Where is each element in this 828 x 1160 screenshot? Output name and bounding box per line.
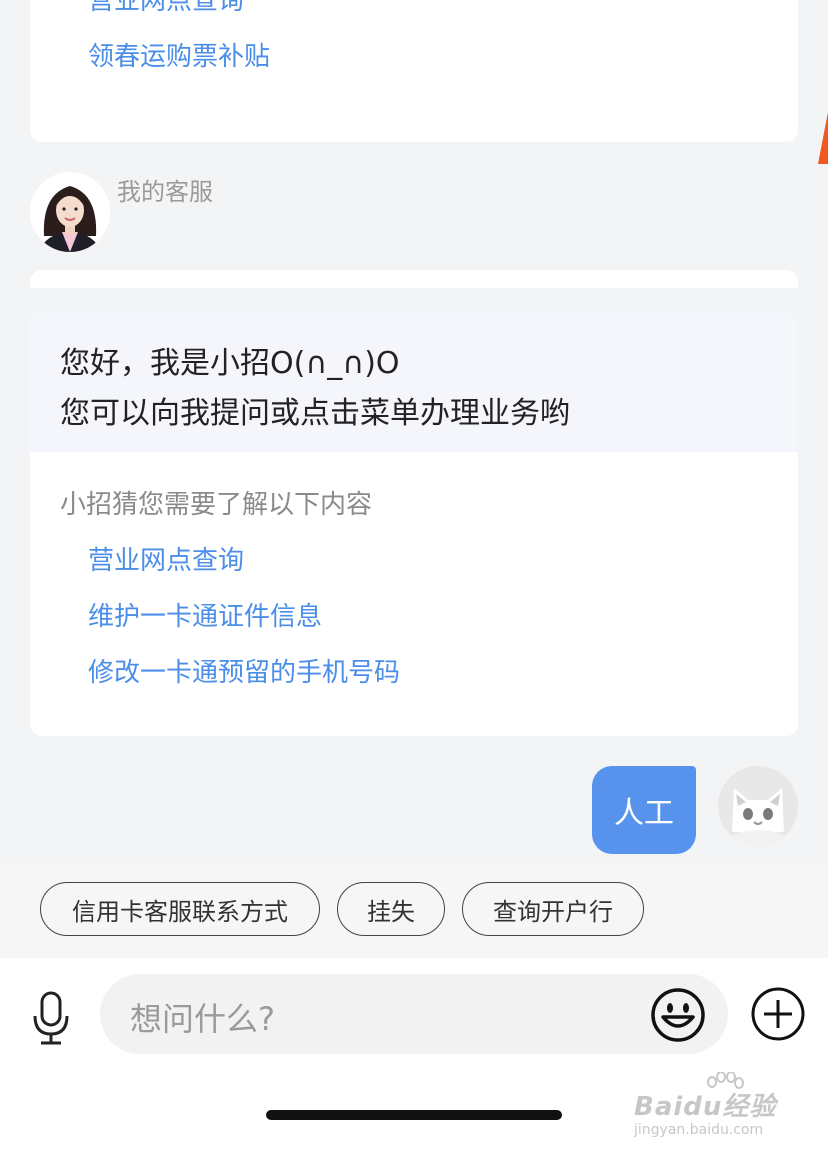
- home-indicator: [266, 1110, 562, 1120]
- greeting-block: 您好，我是小招O(∩_∩)O 您可以向我提问或点击菜单办理业务哟: [30, 312, 798, 452]
- suggestion-link-branch-query[interactable]: 营业网点查询: [88, 540, 244, 577]
- microphone-icon[interactable]: [30, 990, 72, 1046]
- agent-message-card: 您好，我是小招O(∩_∩)O 您可以向我提问或点击菜单办理业务哟 小招猜您需要了…: [30, 312, 798, 736]
- previous-message-card: 营业网点查询 领春运购票补贴: [30, 0, 798, 142]
- user-message-text: 人工: [614, 796, 674, 831]
- suggestion-link-phone-number[interactable]: 修改一卡通预留的手机号码: [88, 652, 400, 689]
- cat-avatar-icon: [718, 766, 798, 846]
- link-branch-query[interactable]: 营业网点查询: [88, 0, 244, 17]
- agent-portrait-icon: [30, 172, 110, 252]
- user-avatar[interactable]: [718, 766, 798, 846]
- link-spring-festival-subsidy[interactable]: 领春运购票补贴: [88, 36, 270, 73]
- quick-reply-credit-card-contact[interactable]: 信用卡客服联系方式: [40, 882, 320, 936]
- orange-edge-mark: [818, 112, 828, 164]
- greeting-line-2: 您可以向我提问或点击菜单办理业务哟: [60, 396, 570, 431]
- suggestion-title: 小招猜您需要了解以下内容: [60, 490, 373, 520]
- quick-reply-bar: 信用卡客服联系方式 挂失 查询开户行: [0, 862, 828, 958]
- plus-icon[interactable]: [750, 986, 806, 1042]
- collapsed-card-edge: [30, 270, 798, 288]
- message-input[interactable]: 想问什么?: [100, 974, 728, 1054]
- user-message-bubble: 人工: [592, 766, 696, 854]
- quick-reply-query-bank-branch[interactable]: 查询开户行: [462, 882, 644, 936]
- input-placeholder: 想问什么?: [130, 1000, 275, 1038]
- input-bar: 想问什么?: [0, 958, 828, 1160]
- greeting-line-1: 您好，我是小招O(∩_∩)O: [60, 346, 400, 381]
- quick-reply-report-loss[interactable]: 挂失: [337, 882, 445, 936]
- emoji-icon[interactable]: [650, 987, 706, 1043]
- suggestion-link-id-info[interactable]: 维护一卡通证件信息: [88, 596, 322, 633]
- agent-avatar[interactable]: [30, 172, 110, 252]
- sender-name: 我的客服: [117, 178, 213, 206]
